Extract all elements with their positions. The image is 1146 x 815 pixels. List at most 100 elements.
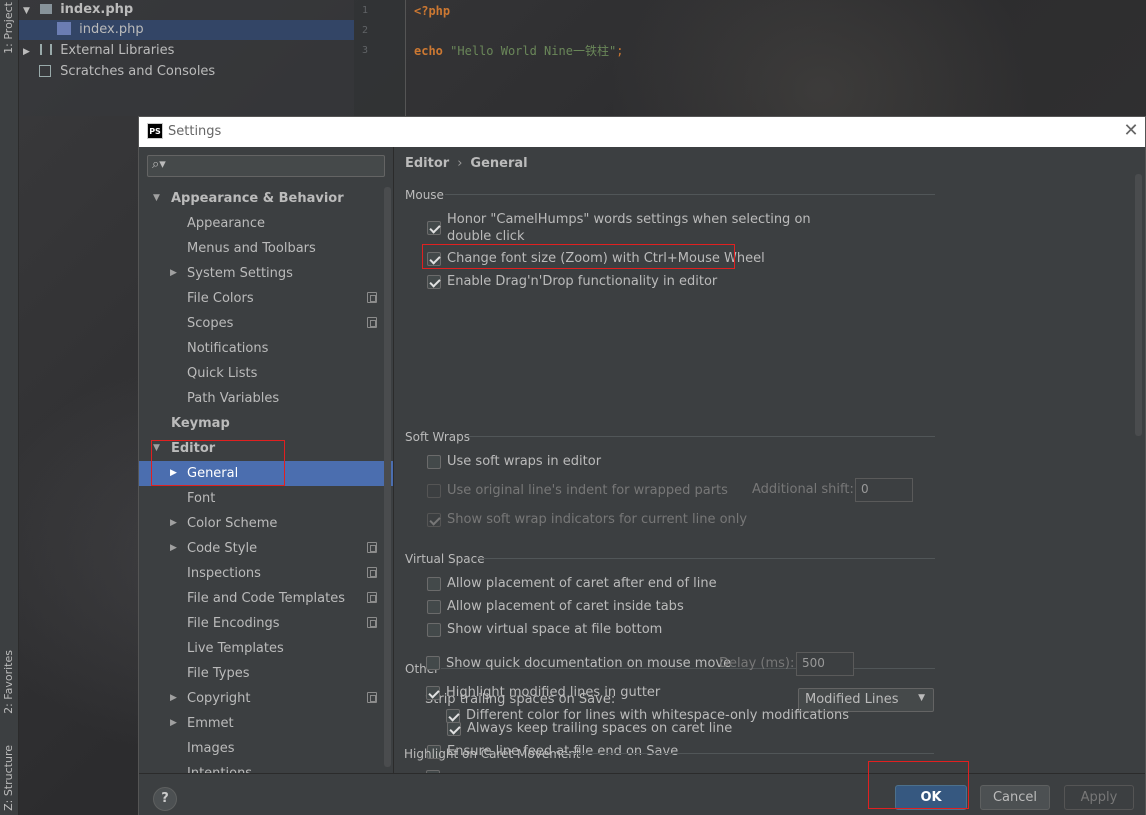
sidebar-item-label: File Colors bbox=[187, 291, 254, 306]
tree-scratches[interactable]: Scratches and Consoles bbox=[39, 62, 215, 82]
sidebar-item-system-settings[interactable]: ▶ System Settings bbox=[139, 261, 393, 286]
delay-field[interactable]: 500 bbox=[796, 652, 854, 676]
sidebar-item-scopes[interactable]: Scopes bbox=[139, 311, 393, 336]
sidebar-item-file-encodings[interactable]: File Encodings bbox=[139, 611, 393, 636]
search-input[interactable] bbox=[170, 158, 380, 174]
sidebar-item-appearance[interactable]: Appearance bbox=[139, 211, 393, 236]
sidebar-item-file-code-templates[interactable]: File and Code Templates bbox=[139, 586, 393, 611]
ok-button[interactable]: OK bbox=[895, 785, 967, 810]
quick-doc-checkbox[interactable] bbox=[426, 656, 440, 670]
collapsed-arrow-icon[interactable]: ▶ bbox=[170, 261, 180, 286]
strip-trailing-label: Strip trailing spaces on Save: bbox=[425, 692, 616, 707]
phpstorm-logo-icon: PS bbox=[147, 123, 163, 139]
sidebar-item-live-templates[interactable]: Live Templates bbox=[139, 636, 393, 661]
line-feed-checkbox[interactable] bbox=[427, 745, 441, 759]
collapsed-arrow-icon[interactable]: ▶ bbox=[170, 686, 180, 711]
additional-shift-field[interactable]: 0 bbox=[855, 478, 913, 502]
dialog-titlebar[interactable]: PS Settings ✕ bbox=[139, 117, 1145, 147]
dialog-title: Settings bbox=[168, 124, 222, 139]
editor-gutter: 1 2 3 bbox=[354, 0, 406, 116]
search-field[interactable]: ⌕▾ bbox=[147, 155, 385, 177]
sidebar-item-label: Editor bbox=[171, 441, 216, 456]
breadcrumb-separator: › bbox=[457, 156, 463, 171]
tree-scratches-label: Scratches and Consoles bbox=[60, 64, 216, 79]
section-divider bbox=[467, 436, 935, 437]
soft-wraps-checkbox[interactable] bbox=[427, 455, 441, 469]
expand-arrow-icon[interactable]: ▼ bbox=[23, 6, 30, 16]
collapse-arrow-icon[interactable]: ▶ bbox=[23, 47, 30, 57]
sidebar-item-code-style[interactable]: ▶ Code Style bbox=[139, 536, 393, 561]
sidebar-scrollbar[interactable] bbox=[384, 187, 391, 767]
sidebar-item-appearance-behavior[interactable]: ▼ Appearance & Behavior bbox=[139, 186, 393, 211]
tree-external-libraries[interactable]: ▶ External Libraries bbox=[23, 41, 174, 61]
collapsed-arrow-icon[interactable]: ▶ bbox=[170, 511, 180, 536]
strip-trailing-dropdown[interactable]: Modified Lines ▼ bbox=[798, 688, 934, 712]
highlight-modified-checkbox[interactable] bbox=[426, 686, 440, 700]
caret-after-end-label: Allow placement of caret after end of li… bbox=[447, 576, 717, 591]
sidebar-item-keymap[interactable]: Keymap bbox=[139, 411, 393, 436]
sidebar-item-path-variables[interactable]: Path Variables bbox=[139, 386, 393, 411]
caret-after-end-checkbox[interactable] bbox=[427, 577, 441, 591]
section-title-virtual-space: Virtual Space bbox=[405, 552, 485, 566]
code-semicolon: ; bbox=[616, 44, 624, 58]
sidebar-item-label: Scopes bbox=[187, 316, 234, 331]
keep-trailing-checkbox[interactable] bbox=[447, 722, 461, 736]
zoom-checkbox[interactable] bbox=[427, 252, 441, 266]
expanded-arrow-icon[interactable]: ▼ bbox=[153, 436, 163, 461]
zoom-label: Change font size (Zoom) with Ctrl+Mouse … bbox=[447, 251, 765, 266]
sidebar-item-general[interactable]: ▶ General bbox=[139, 461, 393, 486]
project-tool-tab[interactable]: 1: Project bbox=[2, 2, 17, 54]
project-scope-icon bbox=[367, 567, 377, 578]
breadcrumb-current: General bbox=[470, 156, 528, 171]
code-line-3[interactable]: echo "Hello World Nine一铁柱"; bbox=[414, 42, 623, 59]
project-scope-icon bbox=[367, 317, 377, 328]
caret-inside-tabs-checkbox[interactable] bbox=[427, 600, 441, 614]
whitespace-color-checkbox[interactable] bbox=[446, 709, 460, 723]
sidebar-item-images[interactable]: Images bbox=[139, 736, 393, 761]
project-scope-icon bbox=[367, 592, 377, 603]
project-scope-icon bbox=[367, 542, 377, 553]
sidebar-item-label: Keymap bbox=[171, 416, 230, 431]
code-line-1[interactable]: <?php bbox=[414, 4, 450, 18]
sidebar-item-file-types[interactable]: File Types bbox=[139, 661, 393, 686]
sidebar-item-file-colors[interactable]: File Colors bbox=[139, 286, 393, 311]
virtual-space-bottom-label: Show virtual space at file bottom bbox=[447, 622, 663, 637]
cancel-button[interactable]: Cancel bbox=[980, 785, 1050, 810]
wrap-indicators-checkbox[interactable] bbox=[427, 513, 441, 527]
additional-shift-label: Additional shift: bbox=[752, 482, 854, 497]
collapsed-arrow-icon[interactable]: ▶ bbox=[170, 461, 180, 486]
wrap-indicators-label: Show soft wrap indicators for current li… bbox=[447, 512, 748, 527]
sidebar-item-label: Menus and Toolbars bbox=[187, 241, 316, 256]
expanded-arrow-icon[interactable]: ▼ bbox=[153, 186, 163, 211]
tree-root-index[interactable]: ▼ index.php bbox=[23, 0, 133, 20]
sidebar-item-emmet[interactable]: ▶ Emmet bbox=[139, 711, 393, 736]
sidebar-item-label: Font bbox=[187, 491, 216, 506]
sidebar-item-inspections[interactable]: Inspections bbox=[139, 561, 393, 586]
sidebar-item-editor[interactable]: ▼ Editor bbox=[139, 436, 393, 461]
strip-trailing-value: Modified Lines bbox=[805, 692, 899, 707]
sidebar-item-quick-lists[interactable]: Quick Lists bbox=[139, 361, 393, 386]
help-button[interactable]: ? bbox=[153, 787, 177, 811]
virtual-space-bottom-checkbox[interactable] bbox=[427, 623, 441, 637]
breadcrumb-parent: Editor bbox=[405, 156, 450, 171]
sidebar-item-color-scheme[interactable]: ▶ Color Scheme bbox=[139, 511, 393, 536]
sidebar-item-font[interactable]: Font bbox=[139, 486, 393, 511]
collapsed-arrow-icon[interactable]: ▶ bbox=[170, 536, 180, 561]
close-icon[interactable]: ✕ bbox=[1121, 121, 1141, 141]
sidebar-item-menus-toolbars[interactable]: Menus and Toolbars bbox=[139, 236, 393, 261]
dragdrop-checkbox[interactable] bbox=[427, 275, 441, 289]
camelhumps-checkbox[interactable] bbox=[427, 221, 441, 235]
sidebar-item-notifications[interactable]: Notifications bbox=[139, 336, 393, 361]
sidebar-item-copyright[interactable]: ▶ Copyright bbox=[139, 686, 393, 711]
sidebar-item-label: File and Code Templates bbox=[187, 591, 345, 606]
apply-button[interactable]: Apply bbox=[1064, 785, 1134, 810]
tree-file-index[interactable]: index.php bbox=[19, 20, 354, 40]
library-icon bbox=[40, 44, 53, 55]
collapsed-arrow-icon[interactable]: ▶ bbox=[170, 711, 180, 736]
original-indent-checkbox[interactable] bbox=[427, 484, 441, 498]
structure-tool-tab[interactable]: Z: Structure bbox=[2, 745, 17, 811]
camelhumps-label-line2: double click bbox=[447, 229, 525, 244]
line-number: 1 bbox=[361, 5, 368, 16]
breadcrumb: Editor › General bbox=[405, 156, 528, 171]
favorites-tool-tab[interactable]: 2: Favorites bbox=[2, 650, 17, 714]
